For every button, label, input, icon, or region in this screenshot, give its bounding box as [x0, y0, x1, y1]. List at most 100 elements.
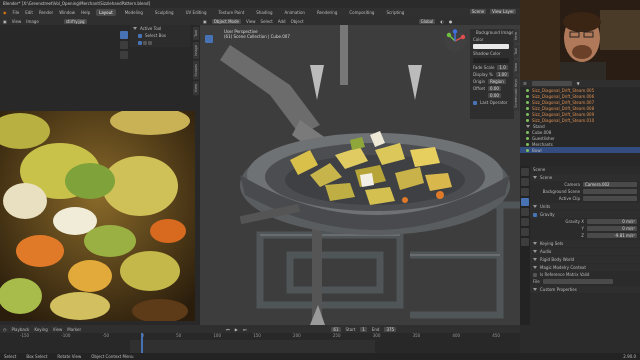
marker-menu[interactable]: Marker — [67, 327, 81, 332]
current-frame-field[interactable]: 61 — [331, 326, 341, 332]
end-frame-field[interactable]: 375 — [384, 326, 397, 332]
units-section[interactable]: Units — [540, 204, 550, 209]
material-props-icon[interactable] — [521, 238, 529, 246]
workspace-tab-texture-paint[interactable]: Texture Paint — [215, 9, 247, 16]
blender-logo-icon[interactable]: ◉ — [3, 10, 7, 15]
mode-subtract-icon[interactable] — [148, 40, 152, 45]
image-view-menu[interactable]: View — [12, 19, 22, 24]
rotate-tool-icon[interactable] — [205, 65, 213, 73]
workspace-tab-modeling[interactable]: Modeling — [122, 9, 146, 16]
viewport-select-menu[interactable]: Select — [260, 19, 272, 24]
editor-type-icon[interactable]: ▣ — [3, 19, 7, 24]
rigid-body-world-section[interactable]: Rigid Body World — [540, 257, 574, 262]
cursor-tool-icon[interactable] — [120, 41, 128, 49]
frame-range-area[interactable] — [130, 340, 375, 353]
reference-matrix-checkbox[interactable] — [533, 272, 537, 277]
transform-tool-icon[interactable] — [205, 85, 213, 93]
origin-field[interactable]: Region — [488, 79, 506, 84]
modifier-props-icon[interactable] — [521, 228, 529, 236]
select-tool-icon[interactable] — [205, 35, 213, 43]
cursor-tool-icon-3d[interactable] — [205, 45, 213, 53]
world-props-icon[interactable] — [521, 208, 529, 216]
scene-selector[interactable]: Scene — [469, 9, 487, 14]
mode-selector[interactable]: Object Mode — [211, 18, 241, 24]
overlays-icon[interactable]: ◐ — [440, 19, 444, 24]
color-swatch[interactable] — [473, 44, 509, 49]
mode-extend-icon[interactable] — [143, 40, 147, 45]
menu-help[interactable]: Help — [81, 10, 90, 15]
workspace-tab-rendering[interactable]: Rendering — [314, 9, 340, 16]
menu-render[interactable]: Render — [39, 10, 53, 15]
list-item[interactable]: Bowl — [520, 147, 640, 153]
last-operator-checkbox[interactable] — [473, 100, 477, 105]
active-tool-select-box[interactable]: Select Box — [145, 33, 166, 38]
shading-icon[interactable]: ● — [449, 19, 453, 24]
active-clip-field[interactable] — [583, 196, 637, 201]
ortho-toggle-icon[interactable] — [457, 89, 465, 97]
workspace-tab-animation[interactable]: Animation — [282, 9, 308, 16]
tab-tool-3d[interactable]: Tool — [513, 44, 519, 58]
playback-menu[interactable]: Playback — [12, 327, 30, 332]
viewport-view-menu[interactable]: View — [246, 19, 256, 24]
keying-menu[interactable]: Keying — [34, 327, 47, 332]
workspace-tab-shading[interactable]: Shading — [253, 9, 275, 16]
timeline-ruler[interactable]: -150 -100 -50 0 50 100 150 200 250 300 3… — [0, 333, 520, 340]
playhead[interactable] — [141, 333, 143, 353]
tab-tool[interactable]: Tool — [193, 27, 199, 40]
jump-start-icon[interactable]: ⏮ — [226, 327, 230, 332]
measure-tool-icon[interactable] — [205, 105, 213, 113]
view-layer-props-icon[interactable] — [521, 188, 529, 196]
menu-window[interactable]: Window — [59, 10, 75, 15]
gravity-x-field[interactable]: 0 m/s² — [587, 219, 637, 224]
tab-screencast-keys[interactable]: Screencast Keys — [513, 76, 519, 111]
scene-props-icon[interactable] — [521, 198, 529, 206]
zoom-icon[interactable] — [457, 59, 465, 67]
navigation-gizmo[interactable] — [443, 29, 467, 53]
menu-file[interactable]: File — [13, 10, 20, 15]
background-scene-field[interactable] — [583, 189, 637, 194]
workspace-tab-layout[interactable]: Layout — [96, 9, 116, 16]
image-image-menu[interactable]: Image — [26, 19, 39, 24]
display-field[interactable]: 1.00 — [495, 72, 509, 77]
image-filename-field[interactable]: stirfry.jpg — [63, 18, 87, 24]
workspace-tab-uv-editing[interactable]: UV Editing — [183, 9, 210, 16]
orientation-selector[interactable]: Global — [418, 18, 436, 24]
filter-icon[interactable]: ▼ — [577, 81, 580, 86]
workspace-tab-sculpting[interactable]: Sculpting — [152, 9, 177, 16]
workspace-tab-scripting[interactable]: Scripting — [383, 9, 407, 16]
render-props-icon[interactable] — [521, 168, 529, 176]
gravity-section[interactable]: Gravity — [540, 212, 555, 217]
scale-tool-icon[interactable] — [205, 75, 213, 83]
viewport-object-menu[interactable]: Object — [291, 19, 304, 24]
outliner-type-icon[interactable]: ☰ — [523, 81, 527, 86]
keying-sets-section[interactable]: Keying Sets — [540, 241, 563, 246]
mode-set-icon[interactable] — [138, 40, 142, 45]
viewport-editor-type-icon[interactable]: ▣ — [203, 19, 207, 24]
outliner-search[interactable] — [531, 81, 572, 86]
tab-image[interactable]: Image — [193, 41, 199, 59]
3d-viewport[interactable]: User Perspective (61) Scene Collection |… — [200, 25, 520, 325]
jump-end-icon[interactable]: ⏭ — [243, 327, 247, 332]
annotate-tool-icon[interactable] — [205, 95, 213, 103]
move-tool-icon[interactable] — [205, 55, 213, 63]
workspace-tab-compositing[interactable]: Compositing — [346, 9, 377, 16]
custom-properties-section[interactable]: Custom Properties — [540, 287, 577, 292]
tab-view[interactable]: View — [193, 81, 199, 96]
select-box-tool-icon[interactable] — [120, 31, 128, 39]
tab-scopes[interactable]: Scopes — [193, 60, 199, 80]
offset-x-field[interactable]: 0.00 — [488, 86, 501, 91]
file-field[interactable] — [542, 279, 613, 284]
menu-edit[interactable]: Edit — [25, 10, 33, 15]
audio-section[interactable]: Audio — [540, 249, 551, 254]
offset-y-field[interactable]: 0.00 — [488, 93, 501, 98]
timeline-type-icon[interactable]: ◷ — [3, 327, 7, 332]
object-props-icon[interactable] — [521, 218, 529, 226]
viewport-add-menu[interactable]: Add — [278, 19, 286, 24]
gravity-z-field[interactable]: -9.81 m/s² — [587, 233, 637, 238]
mmc-section[interactable]: Magic Modelry Context — [540, 265, 586, 270]
output-props-icon[interactable] — [521, 178, 529, 186]
sample-tool-icon[interactable] — [120, 51, 128, 59]
shadow-color-swatch[interactable] — [473, 58, 509, 63]
tab-view-3d[interactable]: View — [513, 59, 519, 75]
gravity-y-field[interactable]: 0 m/s² — [587, 226, 637, 231]
